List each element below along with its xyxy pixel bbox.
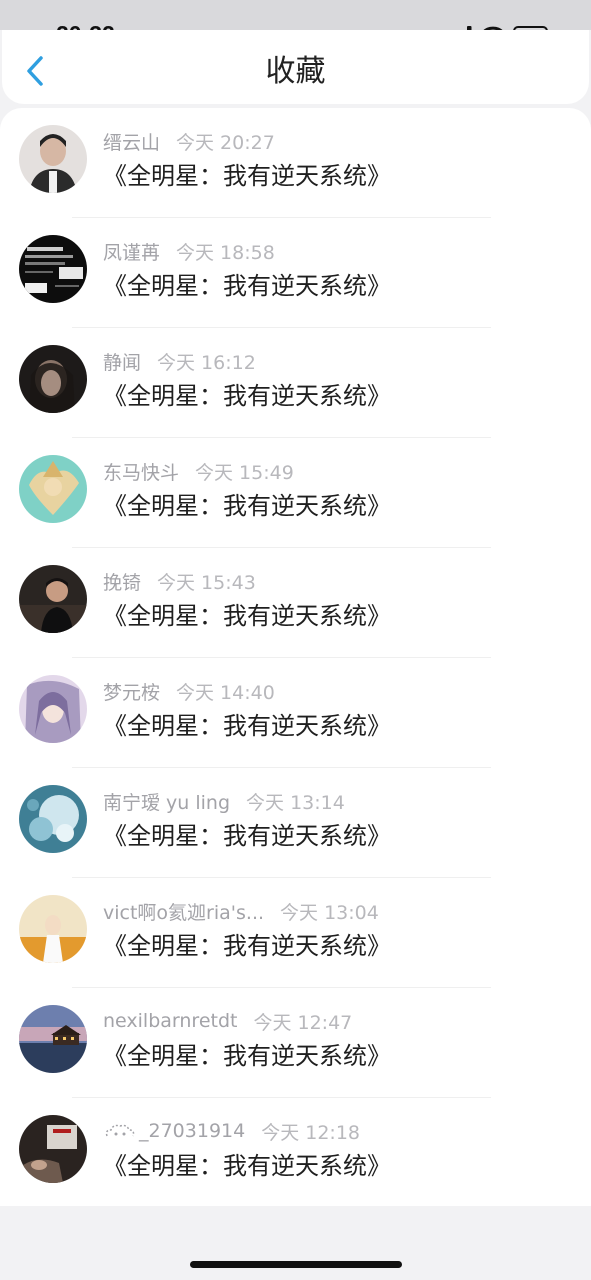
- item-meta: 凤谨苒 今天 18:58: [103, 238, 275, 264]
- favorites-list: 缙云山 今天 20:27 《全明星：我有逆天系统》 凤谨苒 今天 18:58 《…: [0, 108, 591, 1206]
- item-meta: _27031914 今天 12:18: [103, 1118, 360, 1144]
- item-meta: 梦元桉 今天 14:40: [103, 678, 275, 704]
- list-item[interactable]: 东马快斗 今天 15:49 《全明星：我有逆天系统》: [0, 438, 591, 548]
- avatar[interactable]: [19, 1115, 87, 1183]
- timestamp: 今天 18:58: [176, 241, 275, 264]
- list-item[interactable]: nexilbarnretdt 今天 12:47 《全明星：我有逆天系统》: [0, 988, 591, 1098]
- list-item[interactable]: 缙云山 今天 20:27 《全明星：我有逆天系统》: [0, 108, 591, 218]
- page-title: 收藏: [265, 54, 326, 89]
- list-item[interactable]: 梦元桉 今天 14:40 《全明星：我有逆天系统》: [0, 658, 591, 768]
- timestamp: 今天 12:18: [261, 1121, 361, 1144]
- avatar[interactable]: [19, 1005, 87, 1073]
- message-text: 《全明星：我有逆天系统》: [103, 1152, 391, 1180]
- item-meta: nexilbarnretdt 今天 12:47: [103, 1008, 352, 1034]
- avatar[interactable]: [19, 125, 87, 193]
- user-name: nexilbarnretdt: [103, 1010, 238, 1032]
- message-text: 《全明星：我有逆天系统》: [103, 492, 391, 520]
- home-indicator[interactable]: [190, 1261, 402, 1268]
- item-meta: 缙云山 今天 20:27: [103, 128, 275, 154]
- list-item[interactable]: 南宁瑷 yu ling 今天 13:14 《全明星：我有逆天系统》: [0, 768, 591, 878]
- timestamp: 今天 13:14: [246, 791, 345, 814]
- cloud-icon: [105, 1124, 135, 1137]
- list-item[interactable]: vict啊o氦迦ria's... 今天 13:04 《全明星：我有逆天系统》: [0, 878, 591, 988]
- user-name: 静闻: [103, 351, 142, 374]
- avatar[interactable]: [19, 565, 87, 633]
- timestamp: 今天 16:12: [157, 351, 256, 374]
- header: 收藏: [2, 30, 589, 104]
- bottom-area: [0, 1206, 591, 1280]
- item-meta: 挽锜 今天 15:43: [103, 568, 256, 594]
- message-text: 《全明星：我有逆天系统》: [103, 162, 391, 190]
- timestamp: 今天 13:04: [280, 901, 379, 924]
- avatar[interactable]: [19, 235, 87, 303]
- list-item[interactable]: 挽锜 今天 15:43 《全明星：我有逆天系统》: [0, 548, 591, 658]
- user-name: 东马快斗: [103, 461, 180, 484]
- item-meta: 东马快斗 今天 15:49: [103, 458, 294, 484]
- avatar[interactable]: [19, 895, 87, 963]
- message-text: 《全明星：我有逆天系统》: [103, 712, 391, 740]
- timestamp: 今天 15:49: [195, 461, 294, 484]
- avatar[interactable]: [19, 675, 87, 743]
- avatar[interactable]: [19, 345, 87, 413]
- avatar[interactable]: [19, 455, 87, 523]
- message-text: 《全明星：我有逆天系统》: [103, 822, 391, 850]
- user-name: _27031914: [139, 1120, 246, 1142]
- message-text: 《全明星：我有逆天系统》: [103, 1042, 391, 1070]
- user-name-group: _27031914: [103, 1120, 245, 1142]
- item-meta: vict啊o氦迦ria's... 今天 13:04: [103, 898, 379, 924]
- user-name: vict啊o氦迦ria's...: [103, 901, 265, 924]
- list-item[interactable]: 凤谨苒 今天 18:58 《全明星：我有逆天系统》: [0, 218, 591, 328]
- user-name: 挽锜: [103, 571, 142, 594]
- list-item[interactable]: 静闻 今天 16:12 《全明星：我有逆天系统》: [0, 328, 591, 438]
- message-text: 《全明星：我有逆天系统》: [103, 602, 391, 630]
- timestamp: 今天 20:27: [176, 131, 275, 154]
- timestamp: 今天 15:43: [157, 571, 256, 594]
- timestamp: 今天 12:47: [253, 1011, 353, 1034]
- user-name: 缙云山: [103, 131, 161, 154]
- message-text: 《全明星：我有逆天系统》: [103, 272, 391, 300]
- message-text: 《全明星：我有逆天系统》: [103, 382, 391, 410]
- avatar[interactable]: [19, 785, 87, 853]
- user-name: 梦元桉: [103, 681, 161, 704]
- item-meta: 静闻 今天 16:12: [103, 348, 256, 374]
- timestamp: 今天 14:40: [176, 681, 275, 704]
- item-meta: 南宁瑷 yu ling 今天 13:14: [103, 788, 345, 814]
- message-text: 《全明星：我有逆天系统》: [103, 932, 391, 960]
- user-name: 南宁瑷 yu ling: [103, 791, 231, 814]
- user-name: 凤谨苒: [103, 241, 161, 264]
- list-item[interactable]: _27031914 今天 12:18 《全明星：我有逆天系统》: [0, 1098, 591, 1208]
